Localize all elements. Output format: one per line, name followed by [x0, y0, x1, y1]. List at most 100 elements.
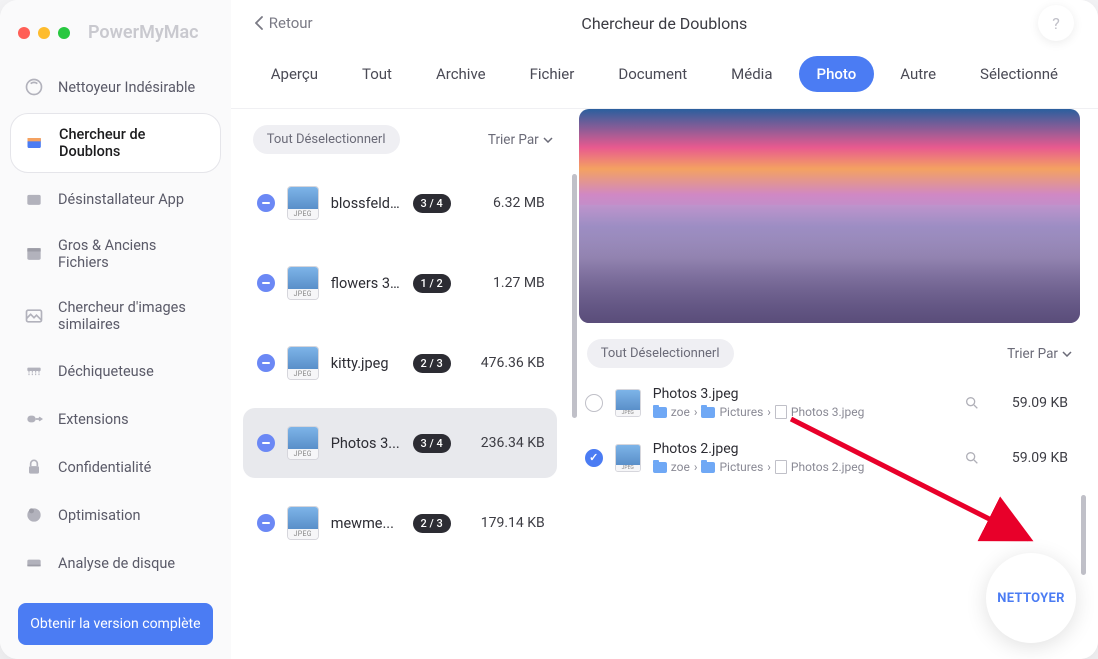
file-info: Photos 3.jpeg zoe › Pictures › Photos 3.…	[653, 386, 952, 419]
sidebar-item-disk[interactable]: Analyse de disque	[10, 541, 221, 585]
group-row[interactable]: JPEG Photos 3... 3 / 4 236.34 KB	[243, 408, 557, 478]
tab-apercu[interactable]: Aperçu	[253, 56, 336, 92]
group-row[interactable]: JPEG mewme... 2 / 3 179.14 KB	[243, 488, 557, 558]
upgrade-button[interactable]: Obtenir la version complète	[18, 603, 213, 645]
thumbnail: JPEG	[287, 426, 319, 460]
thumbnail: JPEG	[287, 266, 319, 300]
group-size: 1.27 MB	[463, 275, 545, 291]
sort-files-button[interactable]: Trier Par	[1007, 346, 1072, 362]
sidebar-item-label: Déchiqueteuse	[58, 363, 154, 380]
count-badge: 3 / 4	[413, 434, 451, 453]
archive-icon	[24, 244, 44, 264]
minimize-icon[interactable]	[38, 27, 50, 39]
sort-label: Trier Par	[1007, 346, 1058, 362]
groups-list: JPEG blossfeld... 3 / 4 6.32 MB JPEG flo…	[243, 168, 563, 647]
sidebar-item-privacy[interactable]: Confidentialité	[10, 445, 221, 489]
search-icon[interactable]	[964, 395, 980, 411]
count-badge: 2 / 3	[413, 354, 451, 373]
sidebar-item-label: Extensions	[58, 411, 129, 428]
group-name: mewme...	[331, 515, 401, 532]
file-thumbnail: JPEG	[615, 444, 641, 472]
deselect-icon[interactable]	[257, 274, 275, 292]
disk-icon	[24, 553, 44, 573]
app-window: PowerMyMac Nettoyeur Indésirable Cherche…	[0, 0, 1098, 659]
header: Retour Chercheur de Doublons ?	[231, 0, 1098, 46]
group-name: blossfeld...	[331, 195, 401, 212]
sort-button[interactable]: Trier Par	[488, 132, 553, 148]
tab-document[interactable]: Document	[600, 56, 705, 92]
tab-photo[interactable]: Photo	[799, 56, 875, 92]
sidebar-item-duplicates[interactable]: Chercheur de Doublons	[10, 113, 221, 173]
deselect-icon[interactable]	[257, 514, 275, 532]
checkbox[interactable]	[585, 394, 603, 412]
tab-selectionne[interactable]: Sélectionné	[962, 56, 1076, 92]
group-size: 236.34 KB	[463, 435, 545, 451]
back-button[interactable]: Retour	[255, 14, 313, 32]
back-label: Retour	[269, 14, 313, 32]
file-icon	[775, 460, 787, 474]
junk-icon	[24, 77, 44, 97]
tab-archive[interactable]: Archive	[418, 56, 504, 92]
page-title: Chercheur de Doublons	[581, 14, 747, 33]
clean-button[interactable]: NETTOYER	[986, 553, 1076, 643]
count-badge: 1 / 2	[413, 274, 451, 293]
sidebar: PowerMyMac Nettoyeur Indésirable Cherche…	[0, 0, 231, 659]
sidebar-item-similar-images[interactable]: Chercheur d'images similaires	[10, 287, 221, 345]
search-icon[interactable]	[964, 450, 980, 466]
maximize-icon[interactable]	[58, 27, 70, 39]
sidebar-item-label: Analyse de disque	[58, 555, 175, 572]
image-icon	[24, 306, 44, 326]
deselect-icon[interactable]	[257, 354, 275, 372]
group-row[interactable]: JPEG flowers 3... 1 / 2 1.27 MB	[243, 248, 557, 318]
sidebar-item-junk[interactable]: Nettoyeur Indésirable	[10, 65, 221, 109]
file-name: Photos 2.jpeg	[653, 441, 952, 457]
deselect-icon[interactable]	[257, 434, 275, 452]
group-row[interactable]: JPEG kitty.jpeg 2 / 3 476.36 KB	[243, 328, 557, 398]
chevron-down-icon	[543, 137, 553, 143]
detail-panel: Tout Déselectionnerl Trier Par JPEG Phot…	[571, 109, 1098, 659]
group-size: 179.14 KB	[463, 515, 545, 531]
file-path: zoe › Pictures › Photos 3.jpeg	[653, 405, 952, 419]
folder-icon	[701, 462, 715, 473]
sort-label: Trier Par	[488, 132, 539, 148]
count-badge: 3 / 4	[413, 194, 451, 213]
nav-list: Nettoyeur Indésirable Chercheur de Doubl…	[0, 57, 231, 593]
tab-tout[interactable]: Tout	[344, 56, 410, 92]
sidebar-item-extensions[interactable]: Extensions	[10, 397, 221, 441]
file-info: Photos 2.jpeg zoe › Pictures › Photos 2.…	[653, 441, 952, 474]
group-row[interactable]: JPEG blossfeld... 3 / 4 6.32 MB	[243, 168, 557, 238]
file-name: Photos 3.jpeg	[653, 386, 952, 402]
sidebar-item-large-files[interactable]: Gros & Anciens Fichiers	[10, 225, 221, 283]
files-filter: Tout Déselectionnerl Trier Par	[579, 323, 1080, 378]
group-name: kitty.jpeg	[331, 355, 401, 372]
file-row[interactable]: JPEG Photos 3.jpeg zoe › Pictures ›	[579, 378, 1074, 427]
deselect-all-button[interactable]: Tout Déselectionnerl	[253, 125, 400, 154]
sidebar-item-label: Nettoyeur Indésirable	[58, 79, 195, 96]
main-panel: Retour Chercheur de Doublons ? Aperçu To…	[231, 0, 1098, 659]
group-size: 6.32 MB	[463, 195, 545, 211]
sidebar-item-uninstaller[interactable]: Désinstallateur App	[10, 177, 221, 221]
thumbnail: JPEG	[287, 506, 319, 540]
file-icon	[775, 405, 787, 419]
content: Tout Déselectionnerl Trier Par JPEG blos…	[231, 109, 1098, 659]
file-row[interactable]: JPEG Photos 2.jpeg zoe › Pictures ›	[579, 433, 1074, 482]
lock-icon	[24, 457, 44, 477]
scrollbar[interactable]	[1081, 495, 1086, 575]
group-name: flowers 3...	[331, 275, 401, 292]
tab-autre[interactable]: Autre	[882, 56, 954, 92]
sidebar-item-label: Optimisation	[58, 507, 141, 524]
sidebar-item-label: Confidentialité	[58, 459, 151, 476]
sidebar-item-optimize[interactable]: Optimisation	[10, 493, 221, 537]
sidebar-item-shredder[interactable]: Déchiqueteuse	[10, 349, 221, 393]
help-button[interactable]: ?	[1038, 5, 1074, 41]
chevron-left-icon	[255, 16, 263, 30]
deselect-icon[interactable]	[257, 194, 275, 212]
optimize-icon	[24, 505, 44, 525]
tab-media[interactable]: Média	[713, 56, 790, 92]
tab-fichier[interactable]: Fichier	[512, 56, 593, 92]
close-icon[interactable]	[18, 27, 30, 39]
checkbox[interactable]	[585, 449, 603, 467]
deselect-all-files-button[interactable]: Tout Déselectionnerl	[587, 339, 734, 368]
image-preview	[579, 109, 1080, 323]
file-size: 59.09 KB	[992, 450, 1068, 466]
